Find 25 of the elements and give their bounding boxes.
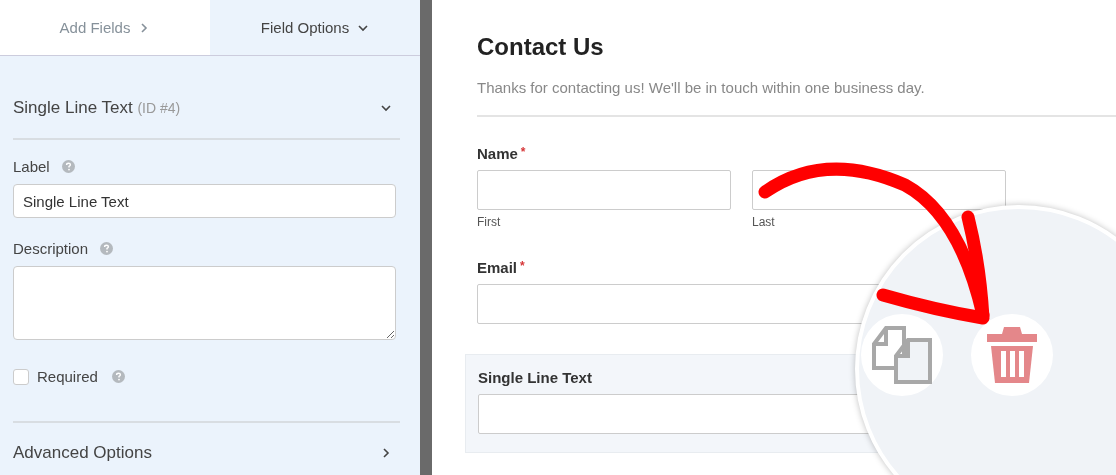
field-label: Label [13,158,50,175]
help-icon [61,160,75,173]
field-label: Email * [477,259,526,276]
form-description: Thanks for contacting us! We'll be in touch within one business day. [477,79,926,96]
required-label: Required [37,368,98,385]
field-label: Single Line Text [478,369,593,386]
field-label: Name * [477,145,527,162]
text-input[interactable] [477,170,731,210]
trash-icon[interactable] [985,325,1039,385]
advanced-options-toggle[interactable]: Advanced Options [13,443,152,463]
description-input[interactable] [13,266,396,340]
form-field[interactable]: Name * First Last [477,145,1116,259]
field-label: Description [13,240,89,257]
collapse-icon [380,102,392,114]
help-icon [100,242,114,255]
help-icon [111,370,125,383]
sub-label: First [477,215,502,229]
expand-icon [380,447,392,459]
field-title: Single Line Text (ID #4) [13,98,181,118]
label-input[interactable]: Single Line Text [13,184,396,218]
sub-label: Last [752,215,776,229]
duplicate-icon[interactable] [870,324,934,386]
form-title: Contact Us [477,33,605,61]
panel-splitter[interactable] [420,0,432,475]
required-checkbox[interactable] [13,368,29,385]
